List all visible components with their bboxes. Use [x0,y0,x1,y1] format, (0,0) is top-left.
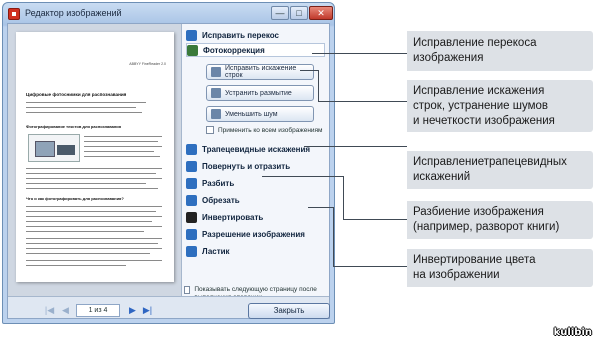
resolution-icon [186,228,197,240]
tool-crop[interactable]: Обрезать [186,193,325,207]
photo-correction-icon [187,44,198,56]
split-icon [186,177,197,189]
rotate-icon [186,160,197,172]
maximize-button[interactable]: □ [290,6,308,20]
callout-invert: Инвертирование цвета на изображении [407,249,593,287]
window-title: Редактор изображений [25,8,122,18]
callout-split: Разбиение изображения (например, разворо… [407,201,593,239]
previous-page-button[interactable]: ◀ [60,305,71,316]
crop-icon [186,194,197,206]
leader-line [343,176,344,219]
editor-client-area: ABBYY FineReader 2.0 Цифровые фотоснимки… [7,23,330,319]
page-heading: Цифровые фотоснимки для распознавания [26,92,127,97]
tool-resolution[interactable]: Разрешение изображения [186,227,325,241]
deblur-button[interactable]: Устранить размытие [206,85,314,101]
leader-line [262,176,343,177]
tool-skew-correct[interactable]: Исправить перекос [186,28,325,42]
skew-correct-icon [186,29,197,41]
tool-invert[interactable]: Инвертировать [186,210,325,224]
eraser-icon [186,245,197,257]
leader-line [318,70,319,102]
invert-icon [186,211,197,223]
page-indicator[interactable]: 1 из 4 [76,304,120,317]
tool-photo-correction[interactable]: Фотокоррекция [186,43,325,57]
last-page-button[interactable]: ▶| [142,305,153,316]
apply-all-checkbox[interactable] [206,126,214,134]
leader-line [304,146,407,147]
denoise-icon [211,109,221,119]
page-question: Что и как фотографировать для распознава… [26,196,124,201]
tool-split[interactable]: Разбить [186,176,325,190]
deblur-icon [211,88,221,98]
trapezoid-icon [186,143,197,155]
navigation-bar: |◀ ◀ 1 из 4 ▶ ▶| Закрыть [8,296,330,319]
site-watermark: kulibin [553,327,592,338]
page-subheading: Фотографирование текстов для распознаван… [26,124,122,129]
show-next-page-checkbox[interactable] [184,286,191,294]
tool-rotate[interactable]: Повернуть и отразить [186,159,325,173]
page-header-text: ABBYY FineReader 2.0 [129,62,166,66]
apply-all-option[interactable]: Применить ко всем изображениям [206,126,323,134]
callout-line-distortion: Исправление искажения строк, устранение … [407,80,593,132]
document-page-thumbnail[interactable]: ABBYY FineReader 2.0 Цифровые фотоснимки… [16,32,174,282]
close-window-button[interactable]: ✕ [309,6,333,20]
straighten-lines-button[interactable]: Исправить искажение строк [206,64,314,80]
page-preview-pane: ABBYY FineReader 2.0 Цифровые фотоснимки… [8,24,182,296]
tool-eraser[interactable]: Ластик [186,244,325,258]
leader-line [312,53,407,54]
leader-line [308,207,334,208]
leader-line [300,70,319,71]
callout-trapezoid: Исправлениетрапецевидных искажений [407,151,593,189]
image-tools-panel: Исправить перекос Фотокоррекция Исправит… [182,24,329,296]
image-editor-window: Редактор изображений — □ ✕ ABBYY FineRea… [2,2,335,324]
leader-line [343,219,407,220]
next-page-button[interactable]: ▶ [127,305,138,316]
close-button[interactable]: Закрыть [248,303,330,319]
leader-line [333,266,407,267]
leader-line [333,207,334,267]
denoise-button[interactable]: Уменьшить шум [206,106,314,122]
page-illustration [28,134,80,162]
straighten-lines-icon [211,67,221,77]
title-bar[interactable]: Редактор изображений — □ ✕ [3,3,334,25]
minimize-button[interactable]: — [271,6,289,20]
leader-line [318,101,407,102]
app-icon [8,8,20,20]
callout-skew: Исправление перекоса изображения [407,31,593,71]
tool-trapezoid[interactable]: Трапецевидные искажения [186,142,325,156]
first-page-button[interactable]: |◀ [44,305,55,316]
